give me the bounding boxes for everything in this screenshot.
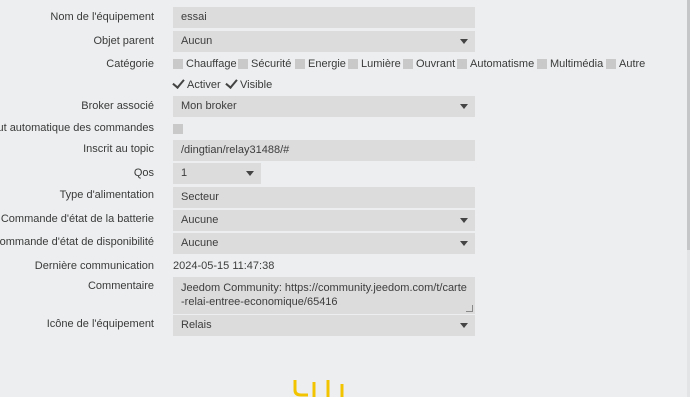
chevron-down-icon <box>246 171 254 176</box>
power-label: Type d'alimentation <box>59 189 154 201</box>
auto-add-label: Ajout automatique des commandes <box>0 122 154 134</box>
comment-label: Commentaire <box>87 280 154 292</box>
broker-select[interactable]: Mon broker <box>173 96 475 117</box>
chevron-down-icon <box>460 241 468 246</box>
availability-select-value: Aucune <box>181 237 219 249</box>
qos-select-value: 1 <box>181 167 188 179</box>
auto-add-checkbox[interactable] <box>173 124 183 134</box>
chevron-down-icon <box>460 39 468 44</box>
topic-label: Inscrit au topic <box>83 143 154 155</box>
row-comment: Commentaire Jeedom Community: https://co… <box>0 277 690 315</box>
visible-label: Visible <box>240 79 273 91</box>
parent-label: Objet parent <box>93 35 154 47</box>
parent-select-value: Aucun <box>181 35 213 47</box>
row-topic: Inscrit au topic /dingtian/relay31488/# <box>0 140 690 162</box>
category-checkbox-lumiere[interactable] <box>348 59 358 69</box>
row-icon: Icône de l'équipement Relais <box>0 315 690 337</box>
chevron-down-icon <box>460 323 468 328</box>
row-last-comm: Dernière communication 2024-05-15 11:47:… <box>0 259 690 275</box>
last-comm-label: Dernière communication <box>34 260 154 272</box>
row-parent: Objet parent Aucun <box>0 31 690 53</box>
visible-checkbox[interactable] <box>225 76 238 89</box>
category-checkbox-multimedia[interactable] <box>537 59 547 69</box>
category-checkbox-automatisme[interactable] <box>457 59 467 69</box>
qos-label: Qos <box>133 167 154 179</box>
battery-select[interactable]: Aucune <box>173 210 475 231</box>
broker-select-value: Mon broker <box>181 100 237 112</box>
battery-select-value: Aucune <box>181 214 219 226</box>
qos-select[interactable]: 1 <box>173 163 261 184</box>
activate-checkbox[interactable] <box>172 76 185 89</box>
category-checkbox-autre[interactable] <box>606 59 616 69</box>
row-availability: Commande d'état de disponibilité Aucune <box>0 233 690 255</box>
category-label-automatisme: Automatisme <box>470 58 535 70</box>
category-checkbox-ouvrant[interactable] <box>403 59 413 69</box>
comment-text: Jeedom Community: https://community.jeed… <box>181 282 467 308</box>
row-battery: Commande d'état de la batterie Aucune <box>0 210 690 232</box>
chevron-down-icon <box>460 218 468 223</box>
category-label-autre: Autre <box>619 58 646 70</box>
row-category: Catégorie Chauffage Sécurité Energie Lum… <box>0 57 690 73</box>
row-name: Nom de l'équipement essai <box>0 7 690 29</box>
broker-label: Broker associé <box>81 100 154 112</box>
row-activation: Activer Visible <box>0 76 690 93</box>
activate-label: Activer <box>187 79 221 91</box>
last-comm-value: 2024-05-15 11:47:38 <box>173 260 275 272</box>
icon-label: Icône de l'équipement <box>46 318 154 330</box>
chevron-down-icon <box>460 104 468 109</box>
row-qos: Qos 1 <box>0 163 690 185</box>
comment-textarea[interactable]: Jeedom Community: https://community.jeed… <box>173 277 475 314</box>
availability-label: Commande d'état de disponibilité <box>0 236 154 248</box>
category-checkbox-securite[interactable] <box>238 59 248 69</box>
topic-input[interactable]: /dingtian/relay31488/# <box>173 140 475 161</box>
category-label-ouvrant: Ouvrant <box>416 58 456 70</box>
name-input[interactable]: essai <box>173 7 475 28</box>
name-label: Nom de l'équipement <box>50 11 154 23</box>
category-checkbox-chauffage[interactable] <box>173 59 183 69</box>
resize-handle-icon[interactable] <box>466 305 473 312</box>
availability-select[interactable]: Aucune <box>173 233 475 254</box>
category-checkbox-energie[interactable] <box>295 59 305 69</box>
battery-label: Commande d'état de la batterie <box>0 213 154 225</box>
row-power: Type d'alimentation Secteur <box>0 187 690 209</box>
icon-select[interactable]: Relais <box>173 315 475 336</box>
row-broker: Broker associé Mon broker <box>0 96 690 118</box>
category-label-multimedia: Multimédia <box>550 58 604 70</box>
power-input[interactable]: Secteur <box>173 187 475 208</box>
relay-logo-icon <box>293 380 344 397</box>
row-auto-add: Ajout automatique des commandes <box>0 122 690 138</box>
parent-select[interactable]: Aucun <box>173 31 475 52</box>
category-label-lumiere: Lumière <box>361 58 401 70</box>
category-label: Catégorie <box>106 58 154 70</box>
category-label-chauffage: Chauffage <box>186 58 237 70</box>
category-label-securite: Sécurité <box>251 58 292 70</box>
icon-select-value: Relais <box>181 319 212 331</box>
category-label-energie: Energie <box>308 58 346 70</box>
